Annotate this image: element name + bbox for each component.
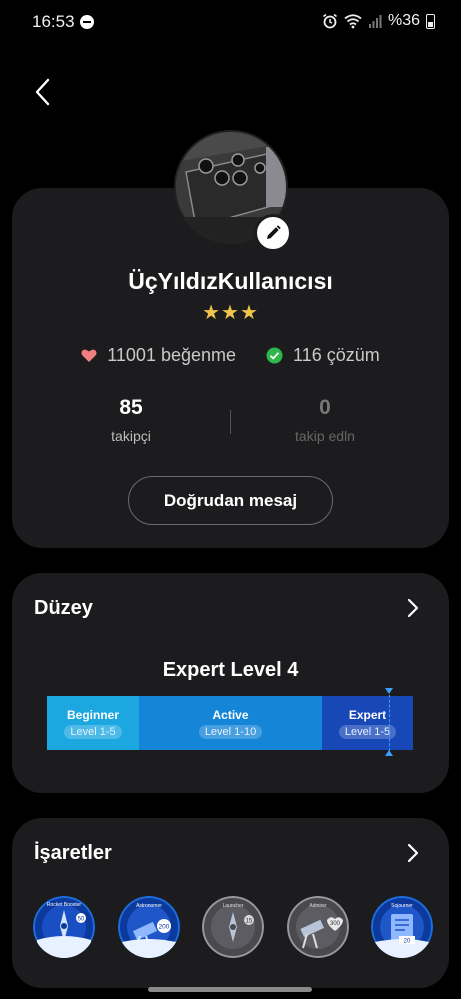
followers[interactable]: 85 takipçi: [41, 396, 221, 444]
signal-icon: [368, 15, 382, 28]
badge-count: 200: [158, 924, 169, 931]
badge-count: 50: [78, 917, 85, 923]
likes-label: beğenme: [160, 345, 237, 365]
direct-message-button[interactable]: Doğrudan mesaj: [128, 476, 333, 525]
edit-avatar-button[interactable]: [254, 214, 292, 252]
badge-rocket-booster[interactable]: 50 Rocket Booster: [33, 896, 95, 958]
battery-icon: [426, 13, 435, 29]
stats-row: 11001 beğenme 116 çözüm: [12, 345, 449, 366]
segment-range: Level 1-5: [64, 724, 122, 739]
level-segment-expert: Expert Level 1-5: [322, 696, 413, 750]
badge-name: Astronomer: [136, 903, 162, 909]
level-progress-bar: Beginner Level 1-5 Active Level 1-10 Exp…: [47, 688, 413, 756]
pencil-icon: [267, 225, 281, 239]
badge-name: Rocket Booster: [47, 902, 82, 908]
badges-section-title: İşaretler: [34, 842, 112, 864]
badge-count: 300: [329, 921, 340, 927]
badge-astronomer[interactable]: 200 Astronomer: [117, 896, 180, 958]
badge-name: Launcher: [223, 903, 244, 909]
check-circle-icon: [266, 347, 283, 364]
segment-range: Level 1-10: [198, 724, 263, 739]
solutions-count: 116: [293, 345, 322, 365]
segment-range: Level 1-5: [338, 724, 397, 739]
solutions-label: çözüm: [326, 345, 380, 365]
followers-label: takipçi: [111, 428, 151, 444]
status-icons: %36: [322, 12, 435, 30]
followers-count: 85: [119, 396, 143, 419]
level-segment-active: Active Level 1-10: [139, 696, 322, 750]
do-not-disturb-icon: [80, 15, 94, 29]
status-bar: 16:53 %36: [0, 0, 461, 44]
badges-card[interactable]: İşaretler 50 Rocket Booster 200 Astronom…: [12, 818, 449, 988]
current-level-marker: [389, 690, 391, 756]
level-section-title: Düzey: [34, 597, 93, 619]
status-time: 16:53: [32, 12, 75, 31]
marker-top-arrow: [385, 688, 393, 694]
badge-count: 20: [404, 939, 411, 945]
level-card[interactable]: Düzey Expert Level 4 Beginner Level 1-5 …: [12, 573, 449, 793]
divider: [230, 410, 231, 434]
username: ÜçYıldızKullanıcısı: [128, 268, 333, 294]
following-count: 0: [319, 396, 331, 419]
following-label: takip edln: [295, 428, 355, 444]
marker-bottom-arrow: [385, 750, 393, 756]
badge-launcher[interactable]: 15 Launcher: [202, 896, 264, 958]
solutions-stat: 116 çözüm: [266, 345, 380, 366]
following[interactable]: 0 takip edln: [235, 396, 415, 444]
likes-stat: 11001 beğenme: [81, 345, 236, 366]
badge-name: Sojourner: [391, 903, 413, 909]
back-arrow-icon[interactable]: [28, 76, 60, 108]
segment-name: Beginner: [66, 707, 119, 722]
rank-stars: ★★★: [202, 302, 259, 324]
alarm-icon: [322, 13, 337, 29]
wifi-icon: [344, 14, 362, 29]
home-indicator[interactable]: [148, 987, 312, 992]
likes-count: 11001: [107, 345, 156, 365]
follow-row: 85 takipçi 0 takip edln: [12, 396, 449, 452]
heart-icon: [81, 349, 97, 362]
current-level: Expert Level 4: [162, 659, 299, 681]
level-segment-beginner: Beginner Level 1-5: [47, 696, 139, 750]
badge-admirer[interactable]: 300 Admirer: [286, 896, 349, 958]
badge-count: 15: [246, 919, 253, 925]
segment-name: Active: [212, 707, 249, 722]
battery-percent: %36: [387, 12, 420, 29]
badge-sojourner[interactable]: 20 Sojourner: [371, 896, 433, 958]
segment-name: Expert: [348, 707, 387, 722]
badge-name: Admirer: [309, 903, 327, 909]
chevron-right-icon[interactable]: [403, 597, 423, 619]
avatar-container: [174, 130, 292, 252]
chevron-right-icon[interactable]: [403, 842, 423, 864]
badges-row: 50 Rocket Booster 200 Astronomer 15 Laun…: [33, 896, 433, 958]
